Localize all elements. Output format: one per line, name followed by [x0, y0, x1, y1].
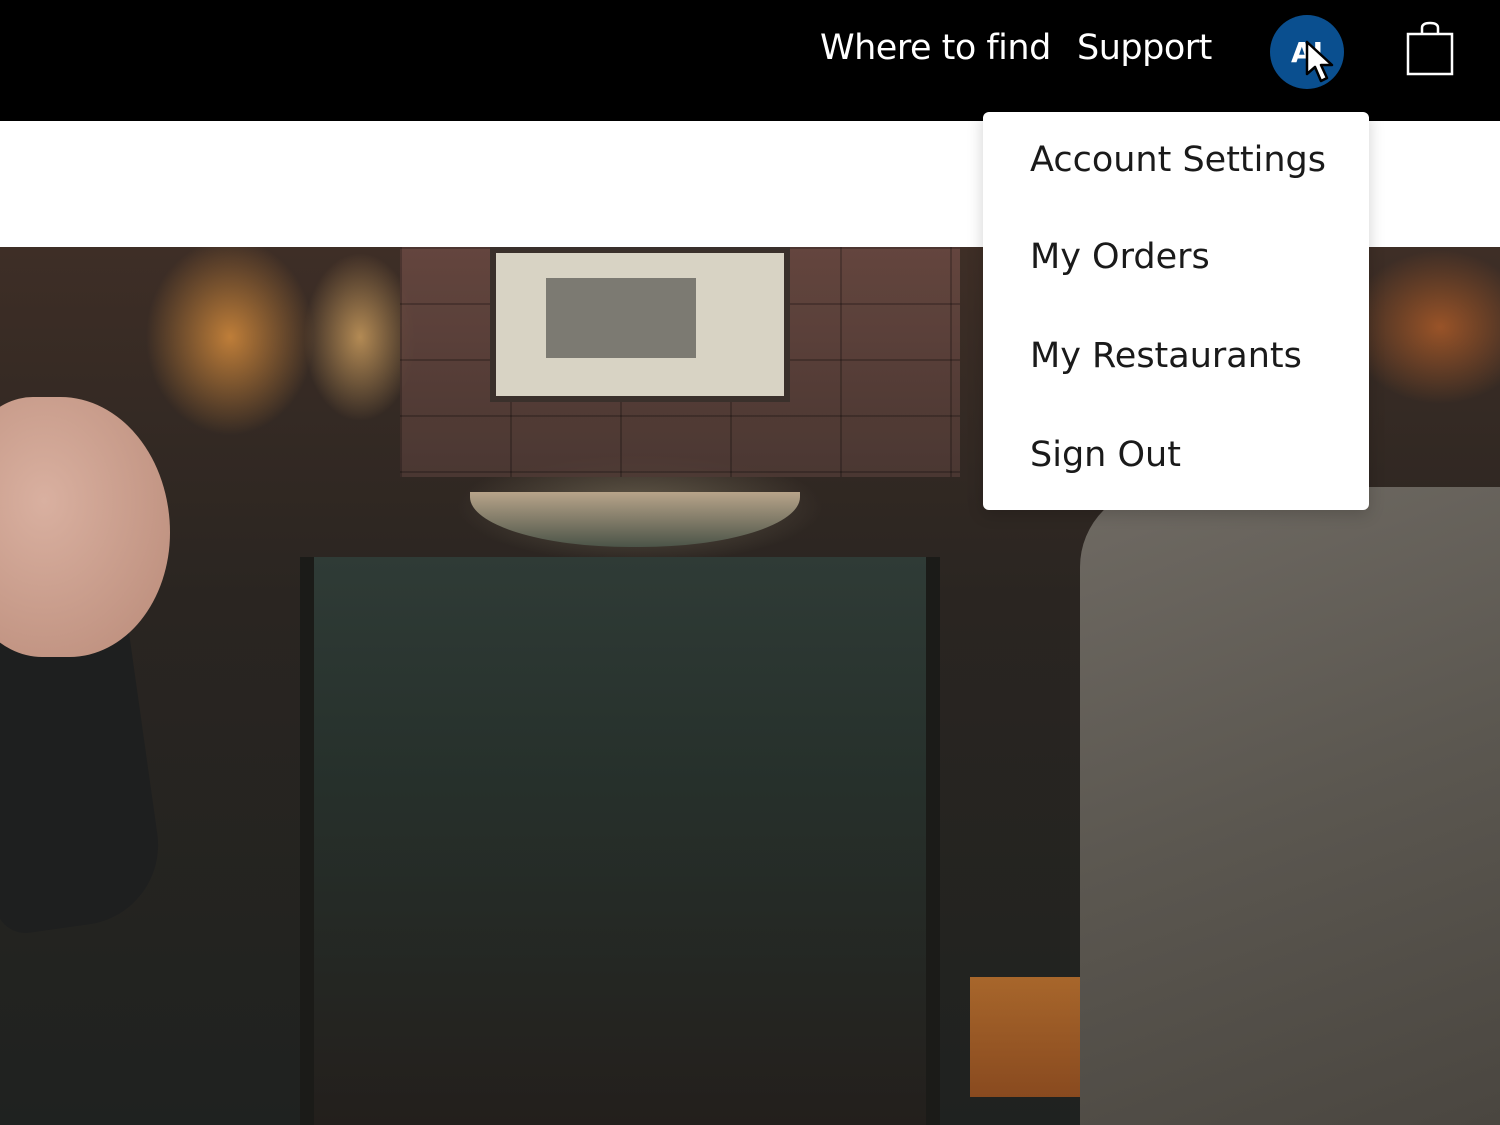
- page: Where to find Support AI Account Setting…: [0, 0, 1500, 1125]
- hero-person-sweater: [1080, 487, 1500, 1125]
- nav-link-where-to-find[interactable]: Where to find: [820, 28, 1051, 68]
- hero-hand: [0, 397, 170, 657]
- menu-item-my-restaurants[interactable]: My Restaurants: [1030, 336, 1302, 376]
- hero-warm-light: [970, 977, 1085, 1097]
- hero-bowl: [470, 492, 800, 547]
- menu-item-my-orders[interactable]: My Orders: [1030, 237, 1210, 277]
- mouse-cursor-icon: [1305, 40, 1334, 83]
- top-navigation-bar: Where to find Support AI: [0, 0, 1500, 121]
- shopping-bag-icon[interactable]: [1404, 20, 1456, 78]
- nav-link-support[interactable]: Support: [1077, 28, 1212, 68]
- hero-picture-frame: [490, 247, 790, 402]
- hero-counter: [300, 557, 940, 1125]
- hero-picture: [546, 278, 696, 358]
- account-dropdown-menu: Account Settings My Orders My Restaurant…: [983, 112, 1369, 510]
- menu-item-sign-out[interactable]: Sign Out: [1030, 435, 1181, 475]
- menu-item-account-settings[interactable]: Account Settings: [1030, 140, 1326, 180]
